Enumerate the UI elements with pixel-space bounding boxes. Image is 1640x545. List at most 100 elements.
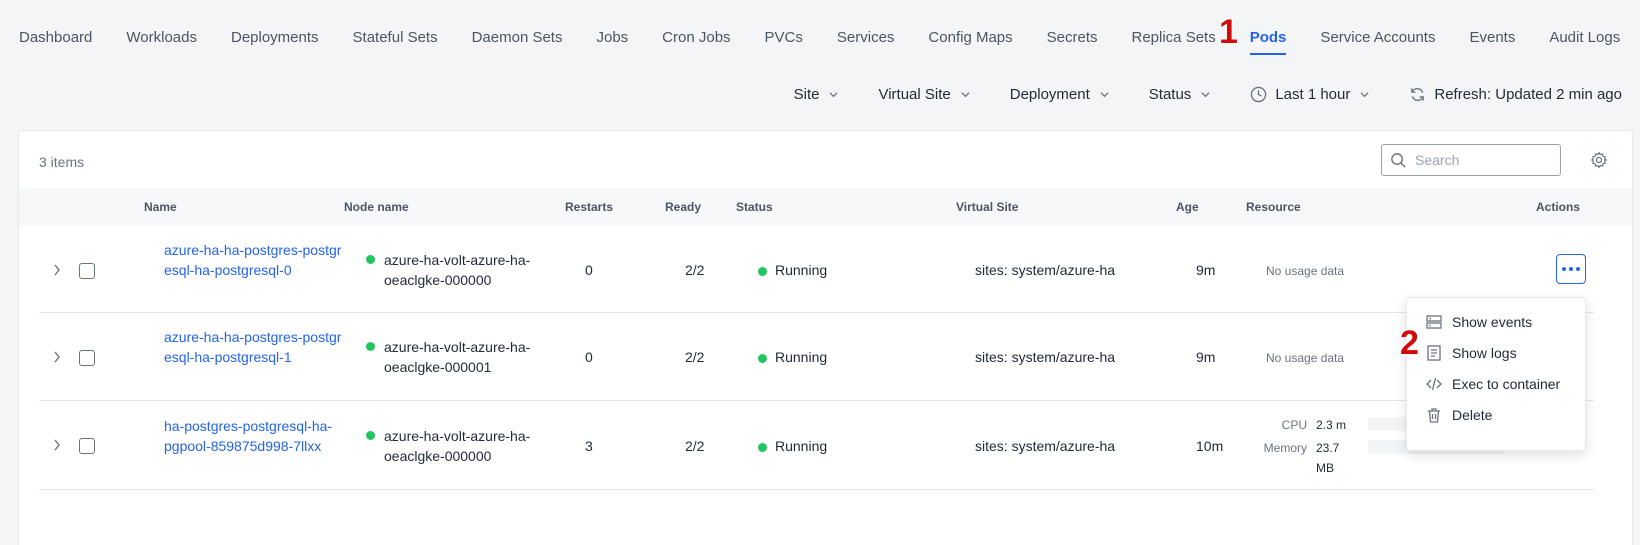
chevron-right-icon[interactable] <box>52 264 62 276</box>
chevron-down-icon <box>1100 91 1109 97</box>
tab-daemon-sets[interactable]: Daemon Sets <box>472 29 563 51</box>
node-name: azure-ha-volt-azure-ha-oeaclgke-000000 <box>366 250 564 290</box>
refresh-label: Refresh: Updated 2 min ago <box>1434 85 1622 103</box>
row-checkbox[interactable] <box>79 263 95 279</box>
status-filter[interactable]: Status <box>1149 86 1211 103</box>
trash-icon <box>1428 408 1440 423</box>
tab-replica-sets[interactable]: Replica Sets <box>1132 29 1216 51</box>
menu-item-exec-to-container[interactable]: Exec to container <box>1425 375 1560 393</box>
menu-item-label: Show events <box>1452 314 1533 330</box>
node-name: azure-ha-volt-azure-ha-oeaclgke-000001 <box>366 337 564 377</box>
chevron-right-icon[interactable] <box>52 439 62 451</box>
memory-label: Memory <box>1263 441 1307 455</box>
pod-name-link[interactable]: azure-ha-ha-postgres-postgresql-ha-postg… <box>164 240 344 280</box>
node-status-dot <box>366 255 375 264</box>
status-dot <box>758 443 767 452</box>
row-checkbox[interactable] <box>79 350 95 366</box>
tab-stateful-sets[interactable]: Stateful Sets <box>353 29 438 51</box>
status-text: Running <box>775 262 828 278</box>
items-count: 3 items <box>39 154 85 170</box>
tab-audit-logs[interactable]: Audit Logs <box>1549 29 1620 51</box>
status-badge: Running <box>758 438 828 454</box>
age-value: 10m <box>1196 438 1224 454</box>
node-status-dot <box>366 342 375 351</box>
age-value: 9m <box>1196 349 1216 365</box>
status-text: Running <box>775 349 828 365</box>
pod-name-link[interactable]: ha-postgres-postgresql-ha-pgpool-859875d… <box>164 416 334 456</box>
virtual-site-filter[interactable]: Virtual Site <box>878 86 970 103</box>
status-dot <box>758 267 767 276</box>
top-nav: Dashboard Workloads Deployments Stateful… <box>0 0 1640 78</box>
refresh-icon <box>1411 87 1425 101</box>
time-range-label: Last 1 hour <box>1275 85 1351 103</box>
time-range-filter[interactable]: Last 1 hour <box>1250 86 1369 103</box>
search-icon <box>1391 152 1406 168</box>
resource-value: No usage data <box>1266 264 1345 278</box>
tab-jobs[interactable]: Jobs <box>596 29 628 51</box>
tab-deployments[interactable]: Deployments <box>231 29 319 51</box>
pods-table-card: 3 items Name Node name Restarts Ready St… <box>18 130 1633 545</box>
node-name-text: azure-ha-volt-azure-ha-oeaclgke-000001 <box>384 339 531 375</box>
status-badge: Running <box>758 349 828 365</box>
column-header-ready[interactable]: Ready <box>665 200 701 214</box>
tab-events[interactable]: Events <box>1469 29 1515 51</box>
cpu-label: CPU <box>1281 418 1307 432</box>
code-icon <box>1426 377 1442 391</box>
column-header-restarts[interactable]: Restarts <box>565 200 613 214</box>
tab-pvcs[interactable]: PVCs <box>765 29 803 51</box>
step-annotation-2: 2 <box>1400 324 1419 362</box>
node-status-dot <box>366 431 375 440</box>
tab-workloads[interactable]: Workloads <box>126 29 197 51</box>
column-header-resource: Resource <box>1246 200 1301 214</box>
search-input[interactable] <box>1415 152 1555 168</box>
menu-item-show-events[interactable]: Show events <box>1425 313 1532 331</box>
chevron-down-icon <box>1360 91 1369 97</box>
menu-item-show-logs[interactable]: Show logs <box>1425 344 1517 362</box>
menu-item-label: Exec to container <box>1452 376 1561 392</box>
status-filter-label: Status <box>1148 85 1192 103</box>
site-filter[interactable]: Site <box>794 86 839 103</box>
age-value: 9m <box>1196 262 1216 278</box>
deployment-filter[interactable]: Deployment <box>1010 86 1109 103</box>
column-header-name[interactable]: Name <box>144 200 177 214</box>
cpu-value: 2.3 m <box>1316 418 1347 432</box>
tab-config-maps[interactable]: Config Maps <box>928 29 1012 51</box>
column-header-virtual-site[interactable]: Virtual Site <box>956 200 1018 214</box>
table-row[interactable]: azure-ha-ha-postgres-postgresql-ha-postg… <box>39 313 1594 401</box>
tab-secrets[interactable]: Secrets <box>1047 29 1098 51</box>
status-badge: Running <box>758 262 828 278</box>
column-header-age[interactable]: Age <box>1176 200 1199 214</box>
deployment-filter-label: Deployment <box>1009 85 1090 103</box>
site-filter-label: Site <box>793 85 820 103</box>
chevron-down-icon <box>829 91 839 97</box>
gear-icon[interactable] <box>1590 151 1608 169</box>
virtual-site-value: sites: system/azure-ha <box>975 349 1116 365</box>
chevron-down-icon <box>961 91 970 97</box>
chevron-right-icon[interactable] <box>52 351 62 363</box>
tab-cron-jobs[interactable]: Cron Jobs <box>662 29 730 51</box>
resource-value: No usage data <box>1266 351 1345 365</box>
ready-value: 2/2 <box>685 349 705 365</box>
search-box[interactable] <box>1381 144 1561 176</box>
pod-name-link[interactable]: azure-ha-ha-postgres-postgresql-ha-postg… <box>164 327 344 367</box>
tab-dashboard[interactable]: Dashboard <box>19 29 92 51</box>
status-text: Running <box>775 438 828 454</box>
restarts-value: 0 <box>585 262 593 278</box>
node-name-text: azure-ha-volt-azure-ha-oeaclgke-000000 <box>384 252 531 288</box>
ready-value: 2/2 <box>685 262 705 278</box>
row-checkbox[interactable] <box>79 438 95 454</box>
tab-services[interactable]: Services <box>837 29 895 51</box>
tab-service-accounts[interactable]: Service Accounts <box>1320 29 1435 51</box>
refresh-button[interactable]: Refresh: Updated 2 min ago <box>1409 86 1622 103</box>
menu-item-delete[interactable]: Delete <box>1425 406 1492 424</box>
tab-pods[interactable]: Pods <box>1249 29 1286 55</box>
row-actions-button[interactable] <box>1556 254 1586 284</box>
column-header-node-name[interactable]: Node name <box>344 200 409 214</box>
restarts-value: 0 <box>585 349 593 365</box>
column-header-status[interactable]: Status <box>736 200 773 214</box>
memory-value: 23.7 MB <box>1316 441 1340 475</box>
table-row[interactable]: azure-ha-ha-postgres-postgresql-ha-postg… <box>39 226 1594 313</box>
ready-value: 2/2 <box>685 438 705 454</box>
table-row[interactable]: ha-postgres-postgresql-ha-pgpool-859875d… <box>39 401 1594 490</box>
more-icon <box>1562 267 1580 271</box>
